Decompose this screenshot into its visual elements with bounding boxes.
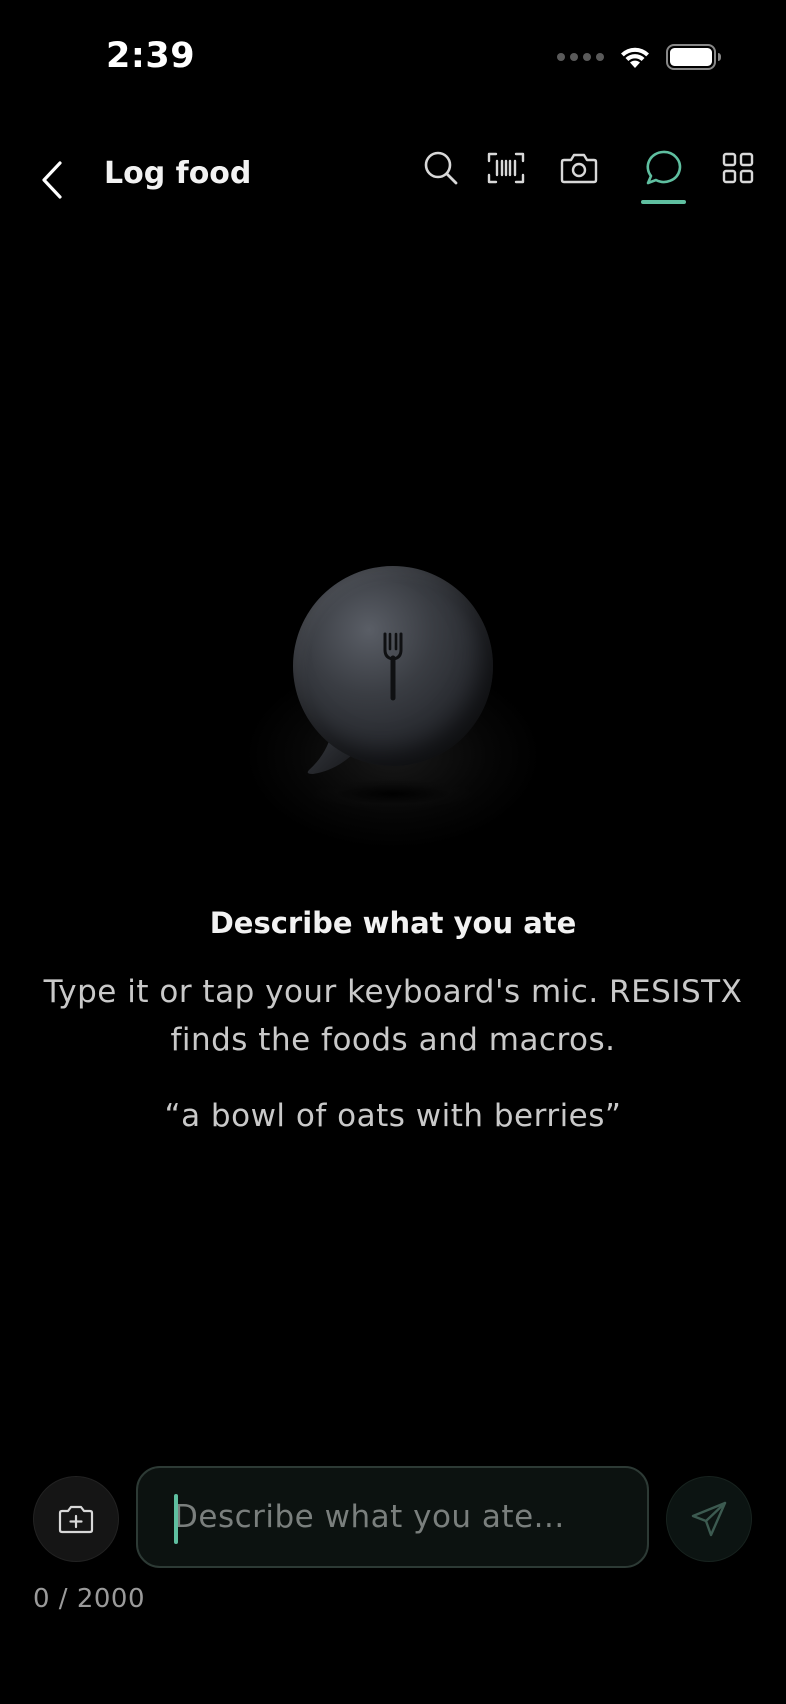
illustration-shadow: [313, 780, 473, 808]
cellular-signal-icon: [557, 53, 604, 61]
camera-icon: [560, 153, 598, 184]
send-button[interactable]: [666, 1476, 752, 1562]
food-description-composer: [136, 1466, 649, 1568]
add-photo-button[interactable]: [33, 1476, 119, 1562]
send-icon: [691, 1501, 727, 1537]
text-caret: [174, 1494, 178, 1544]
tab-grid[interactable]: [710, 140, 766, 196]
tab-camera[interactable]: [551, 140, 607, 196]
chevron-left-icon: [42, 161, 62, 199]
empty-state-description: Type it or tap your keyboard's mic. RESI…: [43, 974, 743, 1058]
wifi-icon: [621, 47, 649, 68]
status-bar: 2:39: [0, 0, 786, 120]
status-time: 2:39: [106, 36, 196, 76]
active-tab-indicator: [641, 200, 686, 204]
tab-chat[interactable]: [635, 140, 691, 196]
chat-bubble-fork-illustration: [233, 540, 553, 860]
back-button[interactable]: [32, 152, 72, 208]
chat-bubble-icon: [646, 150, 682, 185]
tab-search[interactable]: [413, 140, 469, 196]
food-description-input[interactable]: [174, 1468, 624, 1566]
battery-icon: [666, 44, 721, 70]
example-prompt: “a bowl of oats with berries”: [164, 1098, 622, 1134]
empty-state-title: Describe what you ate: [209, 906, 577, 940]
header: Log food: [0, 130, 786, 230]
page-title: Log food: [104, 156, 252, 191]
tab-barcode[interactable]: [478, 140, 534, 196]
status-icons: [557, 44, 722, 70]
search-icon: [424, 151, 458, 185]
character-count: 0 / 2000: [33, 1584, 145, 1614]
grid-icon: [722, 152, 754, 184]
fork-icon: [383, 632, 403, 701]
barcode-scan-icon: [487, 152, 525, 184]
add-photo-icon: [58, 1505, 94, 1534]
